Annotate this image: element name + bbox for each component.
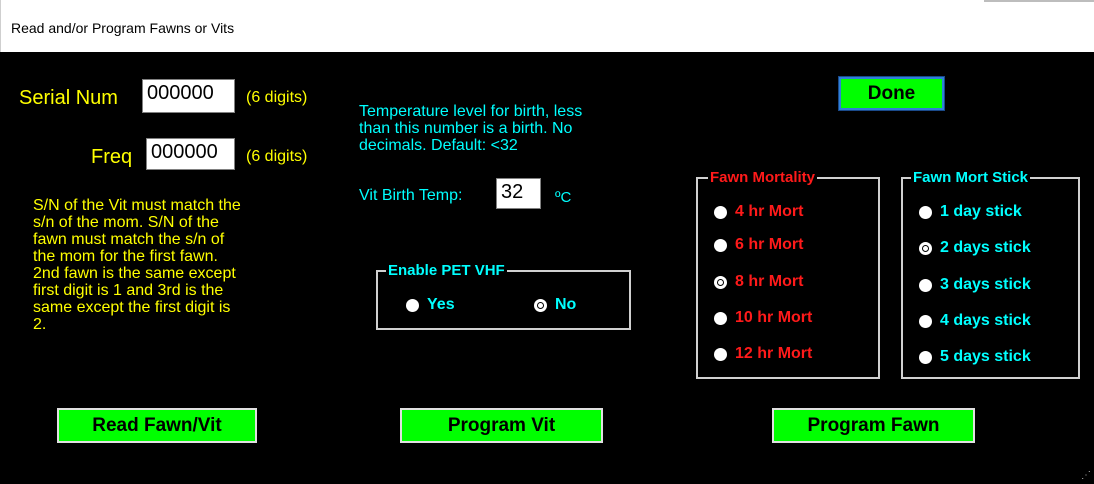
stick-3days-radio[interactable]: 3 days stick	[919, 276, 1031, 294]
pet-vhf-yes-radio[interactable]: Yes	[406, 296, 455, 314]
radio-label: 3 days stick	[940, 276, 1031, 293]
note-line: the mom for the first fawn.	[33, 248, 218, 265]
radio-label: 5 days stick	[940, 348, 1031, 365]
mort-8hr-radio[interactable]: 8 hr Mort	[714, 273, 803, 291]
mort-4hr-radio[interactable]: 4 hr Mort	[714, 203, 803, 221]
note-line: S/N of the Vit must match the	[33, 197, 241, 214]
radio-label: No	[555, 296, 577, 313]
radio-label: Yes	[427, 296, 455, 313]
program-fawn-button[interactable]: Program Fawn	[772, 408, 975, 443]
radio-selected-icon	[919, 241, 932, 255]
radio-unselected-icon	[714, 238, 727, 252]
note-line: same except the first digit is	[33, 299, 231, 316]
radio-unselected-icon	[919, 350, 932, 364]
radio-selected-icon	[534, 298, 547, 312]
stick-1day-radio[interactable]: 1 day stick	[919, 203, 1022, 221]
radio-unselected-icon	[919, 314, 932, 328]
fawn-mort-stick-legend: Fawn Mort Stick	[911, 169, 1031, 186]
fawn-mortality-legend: Fawn Mortality	[708, 169, 818, 186]
radio-unselected-icon	[919, 205, 932, 219]
stick-2days-radio[interactable]: 2 days stick	[919, 239, 1031, 257]
radio-unselected-icon	[714, 311, 727, 325]
radio-label: 4 days stick	[940, 312, 1031, 329]
program-vit-button[interactable]: Program Vit	[400, 408, 603, 443]
serial-num-input[interactable]: 000000	[142, 79, 235, 113]
title-bar-edge	[984, 0, 1094, 2]
read-fawn-vit-button[interactable]: Read Fawn/Vit	[57, 408, 257, 443]
vit-birth-temp-input[interactable]: 32	[496, 178, 541, 209]
serial-num-label: Serial Num	[19, 87, 118, 109]
radio-label: 8 hr Mort	[735, 273, 804, 290]
fawn-mort-stick-group: Fawn Mort Stick 1 day stick 2 days stick…	[901, 169, 1080, 379]
stick-4days-radio[interactable]: 4 days stick	[919, 312, 1031, 330]
serial-number-note: S/N of the Vit must match the s/n of the…	[33, 197, 241, 333]
mort-10hr-radio[interactable]: 10 hr Mort	[714, 309, 812, 327]
radio-unselected-icon	[919, 278, 932, 292]
resize-grip-icon[interactable]: ⋰	[1081, 470, 1091, 481]
radio-label: 4 hr Mort	[735, 203, 804, 220]
freq-label: Freq	[91, 146, 133, 168]
note-line: 2.	[33, 316, 47, 333]
birth-temp-description: Temperature level for birth, less than t…	[359, 103, 582, 154]
radio-unselected-icon	[714, 205, 727, 219]
freq-hint: (6 digits)	[246, 148, 308, 165]
radio-unselected-icon	[406, 298, 419, 312]
temp-desc-line: Temperature level for birth, less	[359, 103, 583, 120]
vit-birth-temp-label: Vit Birth Temp:	[359, 187, 463, 204]
enable-pet-vhf-group: Enable PET VHF Yes No	[376, 262, 631, 330]
enable-pet-vhf-legend: Enable PET VHF	[386, 262, 507, 279]
serial-num-hint: (6 digits)	[246, 89, 308, 106]
radio-selected-icon	[714, 275, 727, 289]
window-title: Read and/or Program Fawns or Vits	[11, 20, 235, 36]
radio-label: 2 days stick	[940, 239, 1031, 256]
done-button[interactable]: Done	[838, 76, 945, 111]
stick-5days-radio[interactable]: 5 days stick	[919, 348, 1031, 366]
radio-label: 12 hr Mort	[735, 345, 813, 362]
freq-input[interactable]: 000000	[146, 138, 235, 170]
pet-vhf-no-radio[interactable]: No	[534, 296, 576, 314]
mort-6hr-radio[interactable]: 6 hr Mort	[714, 236, 803, 254]
note-line: first digit is 1 and 3rd is the	[33, 282, 224, 299]
mort-12hr-radio[interactable]: 12 hr Mort	[714, 345, 812, 363]
temp-unit-label: ºC	[555, 189, 572, 206]
note-line: s/n of the mom. S/N of the	[33, 214, 219, 231]
note-line: 2nd fawn is the same except	[33, 265, 236, 282]
title-bar: Read and/or Program Fawns or Vits	[0, 0, 1094, 52]
dialog-client-area: Serial Num 000000 (6 digits) Freq 000000…	[0, 52, 1094, 484]
radio-label: 10 hr Mort	[735, 309, 813, 326]
radio-unselected-icon	[714, 347, 727, 361]
note-line: fawn must match the s/n of	[33, 231, 225, 248]
temp-desc-line: decimals. Default: <32	[359, 137, 518, 154]
radio-label: 1 day stick	[940, 203, 1022, 220]
fawn-mortality-group: Fawn Mortality 4 hr Mort 6 hr Mort 8 hr …	[696, 169, 880, 379]
temp-desc-line: than this number is a birth. No	[359, 120, 573, 137]
radio-label: 6 hr Mort	[735, 236, 804, 253]
